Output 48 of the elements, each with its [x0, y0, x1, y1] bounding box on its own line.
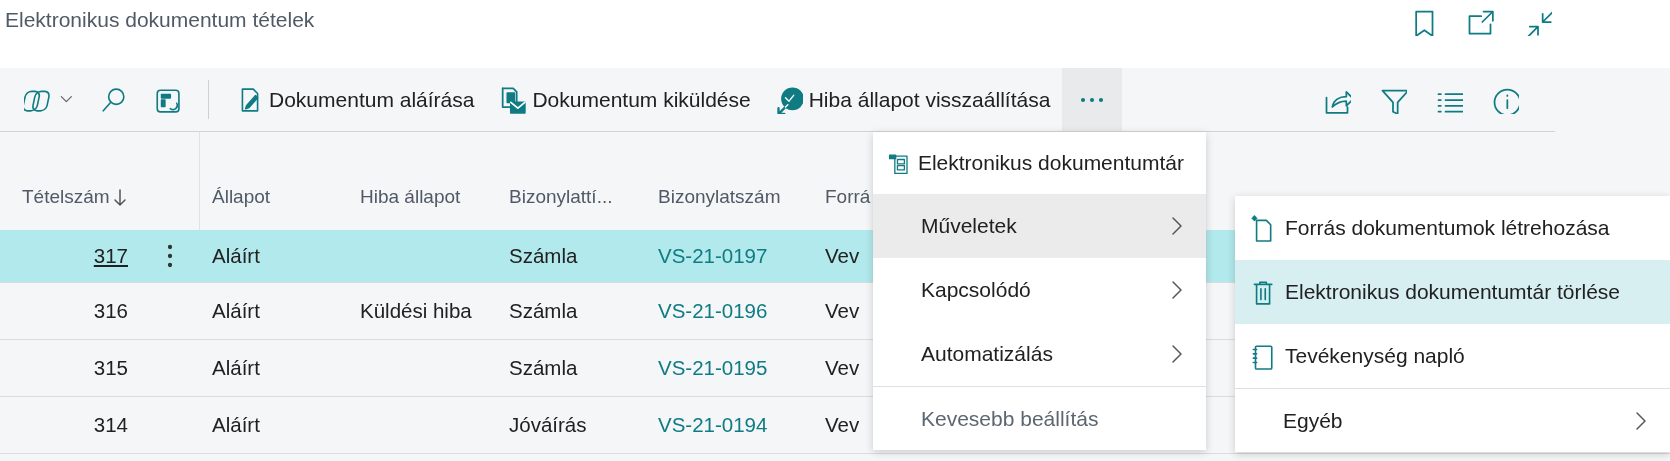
- menu-item[interactable]: Forrás dokumentumok létrehozása: [1235, 196, 1670, 260]
- chevron-right-icon: [1170, 278, 1184, 302]
- column-header[interactable]: Tételszám: [22, 186, 110, 208]
- menu-item[interactable]: Kevesebb beállítás: [873, 386, 1206, 450]
- chevron-right-icon: [1170, 342, 1184, 366]
- pop-out-icon[interactable]: [1466, 8, 1494, 36]
- column-header[interactable]: Forrá: [825, 186, 871, 208]
- toolbar-button[interactable]: Dokumentum aláírása: [225, 68, 487, 131]
- table-cell-text: Aláírt: [211, 413, 260, 437]
- column-header[interactable]: Bizonylatszám: [658, 186, 781, 208]
- table-cell[interactable]: 316: [0, 299, 140, 323]
- table-cell-text: Aláírt: [211, 244, 260, 268]
- column-header[interactable]: Bizonylattí...: [509, 186, 613, 208]
- table-cell-text: Számla: [508, 244, 578, 268]
- table-cell-text: Számla: [508, 299, 578, 323]
- more-icon: [1080, 95, 1105, 104]
- row-menu-icon[interactable]: [166, 243, 174, 269]
- window-title: Elektronikus dokumentum tételek: [4, 7, 315, 32]
- menu-item[interactable]: Tevékenység napló: [1235, 324, 1670, 388]
- document-link[interactable]: VS-21-0197: [646, 244, 768, 268]
- table-cell[interactable]: 315: [0, 356, 140, 380]
- menu-item[interactable]: Elektronikus dokumentumtár: [873, 132, 1206, 194]
- layout-icon: [154, 86, 180, 113]
- table-cell[interactable]: 317: [0, 244, 140, 268]
- table-cell-text: Jóváírás: [508, 413, 587, 437]
- menu-item[interactable]: Műveletek: [873, 194, 1206, 258]
- table-cell-text: Vev: [824, 413, 860, 437]
- menu-item[interactable]: Kapcsolódó: [873, 258, 1206, 322]
- chevron-right-icon: [1170, 214, 1184, 238]
- table-cell-text: Vev: [824, 356, 860, 380]
- table-cell-text: Aláírt: [211, 299, 260, 323]
- search-icon: [100, 86, 126, 113]
- menu-item[interactable]: Automatizálás: [873, 322, 1206, 386]
- table-cell-text: Vev: [824, 299, 860, 323]
- menu-item[interactable]: Elektronikus dokumentumtár törlése: [1235, 260, 1670, 324]
- table-cell-text: Aláírt: [211, 356, 260, 380]
- column-header[interactable]: Állapot: [212, 186, 271, 208]
- document-link[interactable]: VS-21-0194: [646, 413, 768, 437]
- document-link[interactable]: VS-21-0196: [646, 299, 768, 323]
- table-cell[interactable]: 314: [0, 413, 140, 437]
- table-cell-text: Számla: [508, 356, 578, 380]
- table-cell-text: Vev: [824, 244, 860, 268]
- document-link[interactable]: VS-21-0195: [646, 356, 768, 380]
- table-cell-text: Küldési hiba: [359, 299, 472, 323]
- toolbar-button[interactable]: Dokumentum kiküldése: [486, 68, 763, 131]
- menu-item[interactable]: Egyéb: [1235, 388, 1670, 452]
- toolbar-button[interactable]: Hiba állapot visszaállítása: [762, 68, 1063, 131]
- column-header[interactable]: Hiba állapot: [360, 186, 461, 208]
